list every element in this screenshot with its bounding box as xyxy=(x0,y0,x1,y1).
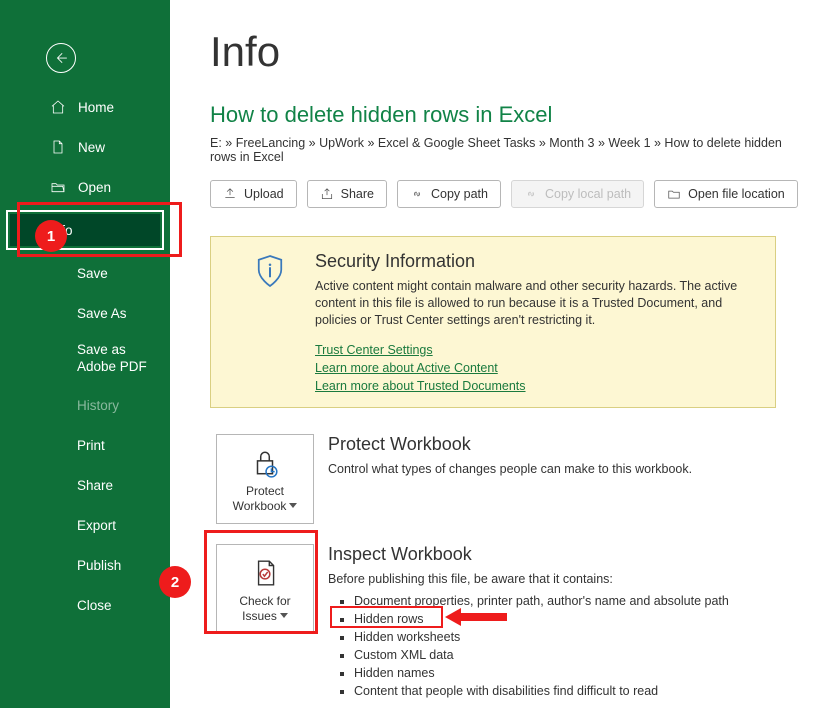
trust-center-settings-link[interactable]: Trust Center Settings xyxy=(315,343,763,357)
lock-icon xyxy=(251,446,279,480)
list-item: Hidden worksheets xyxy=(354,628,729,646)
folder-icon xyxy=(667,187,681,201)
share-button[interactable]: Share xyxy=(307,180,387,208)
sidebar-label: Save xyxy=(77,266,108,281)
btn-label: Open file location xyxy=(688,187,785,201)
shield-info-icon xyxy=(225,251,315,393)
open-folder-icon xyxy=(50,179,66,195)
btn-label: Copy local path xyxy=(545,187,631,201)
sidebar-item-new[interactable]: New xyxy=(0,127,170,167)
sidebar-label: Export xyxy=(77,518,116,533)
back-button[interactable] xyxy=(46,43,76,73)
sidebar-item-info[interactable]: Info xyxy=(10,214,160,246)
sidebar-label: Info xyxy=(50,223,73,238)
sidebar-item-export[interactable]: Export xyxy=(0,505,170,545)
sidebar-label: Open xyxy=(78,180,111,195)
link-icon xyxy=(524,187,538,201)
link-icon xyxy=(410,187,424,201)
share-icon xyxy=(320,187,334,201)
sidebar-label: Home xyxy=(78,100,114,115)
backstage-sidebar: Home New Open Info Save Save As Save as … xyxy=(0,0,170,708)
sidebar-item-save-as[interactable]: Save As xyxy=(0,293,170,333)
sidebar-label: Close xyxy=(77,598,112,613)
new-file-icon xyxy=(50,139,66,155)
open-file-location-button[interactable]: Open file location xyxy=(654,180,798,208)
protect-workbook-button[interactable]: Protect Workbook xyxy=(216,434,314,524)
breadcrumb: E: » FreeLancing » UpWork » Excel & Goog… xyxy=(210,136,806,164)
protect-heading: Protect Workbook xyxy=(328,434,692,455)
copy-path-button[interactable]: Copy path xyxy=(397,180,501,208)
upload-icon xyxy=(223,187,237,201)
info-panel: Info How to delete hidden rows in Excel … xyxy=(170,0,826,708)
inspect-issues-list: Document properties, printer path, autho… xyxy=(328,592,729,701)
btn-label-line1: Protect xyxy=(246,484,284,498)
inspect-heading: Inspect Workbook xyxy=(328,544,729,565)
page-title: Info xyxy=(210,28,806,76)
list-item: Content that people with disabilities fi… xyxy=(354,682,729,700)
learn-active-content-link[interactable]: Learn more about Active Content xyxy=(315,361,763,375)
security-body: Active content might contain malware and… xyxy=(315,278,763,329)
sidebar-label: History xyxy=(77,398,119,413)
security-information-panel: Security Information Active content migh… xyxy=(210,236,776,408)
document-check-icon xyxy=(251,556,279,590)
sidebar-item-print[interactable]: Print xyxy=(0,425,170,465)
btn-label: Copy path xyxy=(431,187,488,201)
sidebar-item-close[interactable]: Close xyxy=(0,585,170,625)
learn-trusted-documents-link[interactable]: Learn more about Trusted Documents xyxy=(315,379,763,393)
sidebar-item-history: History xyxy=(0,385,170,425)
list-item: Hidden names xyxy=(354,664,729,682)
security-heading: Security Information xyxy=(315,251,763,272)
protect-body: Control what types of changes people can… xyxy=(328,460,692,478)
btn-label-line2: Workbook xyxy=(233,499,287,513)
sidebar-label: New xyxy=(78,140,105,155)
btn-label: Share xyxy=(341,187,374,201)
list-item: Hidden rows xyxy=(354,610,729,628)
btn-label-line1: Check for xyxy=(239,594,290,608)
sidebar-item-share[interactable]: Share xyxy=(0,465,170,505)
upload-button[interactable]: Upload xyxy=(210,180,297,208)
chevron-down-icon xyxy=(289,503,297,508)
inspect-lead: Before publishing this file, be aware th… xyxy=(328,570,729,588)
btn-label-line2: Issues xyxy=(242,609,277,623)
action-row: Upload Share Copy path Copy local path O… xyxy=(210,180,806,208)
sidebar-item-home[interactable]: Home xyxy=(0,87,170,127)
list-item: Document properties, printer path, autho… xyxy=(354,592,729,610)
document-title: How to delete hidden rows in Excel xyxy=(210,102,806,128)
sidebar-label: Save As xyxy=(77,306,127,321)
home-icon xyxy=(50,99,66,115)
sidebar-item-save[interactable]: Save xyxy=(0,253,170,293)
sidebar-label: Share xyxy=(77,478,113,493)
back-arrow-icon xyxy=(54,51,68,65)
sidebar-item-save-adobe[interactable]: Save as Adobe PDF xyxy=(0,333,170,385)
copy-local-path-button: Copy local path xyxy=(511,180,644,208)
sidebar-label: Save as Adobe PDF xyxy=(77,342,167,376)
btn-label: Upload xyxy=(244,187,284,201)
sidebar-label: Print xyxy=(77,438,105,453)
sidebar-label: Publish xyxy=(77,558,121,573)
sidebar-item-open[interactable]: Open xyxy=(0,167,170,207)
list-item: Custom XML data xyxy=(354,646,729,664)
sidebar-item-publish[interactable]: Publish xyxy=(0,545,170,585)
chevron-down-icon xyxy=(280,613,288,618)
check-for-issues-button[interactable]: Check for Issues xyxy=(216,544,314,634)
